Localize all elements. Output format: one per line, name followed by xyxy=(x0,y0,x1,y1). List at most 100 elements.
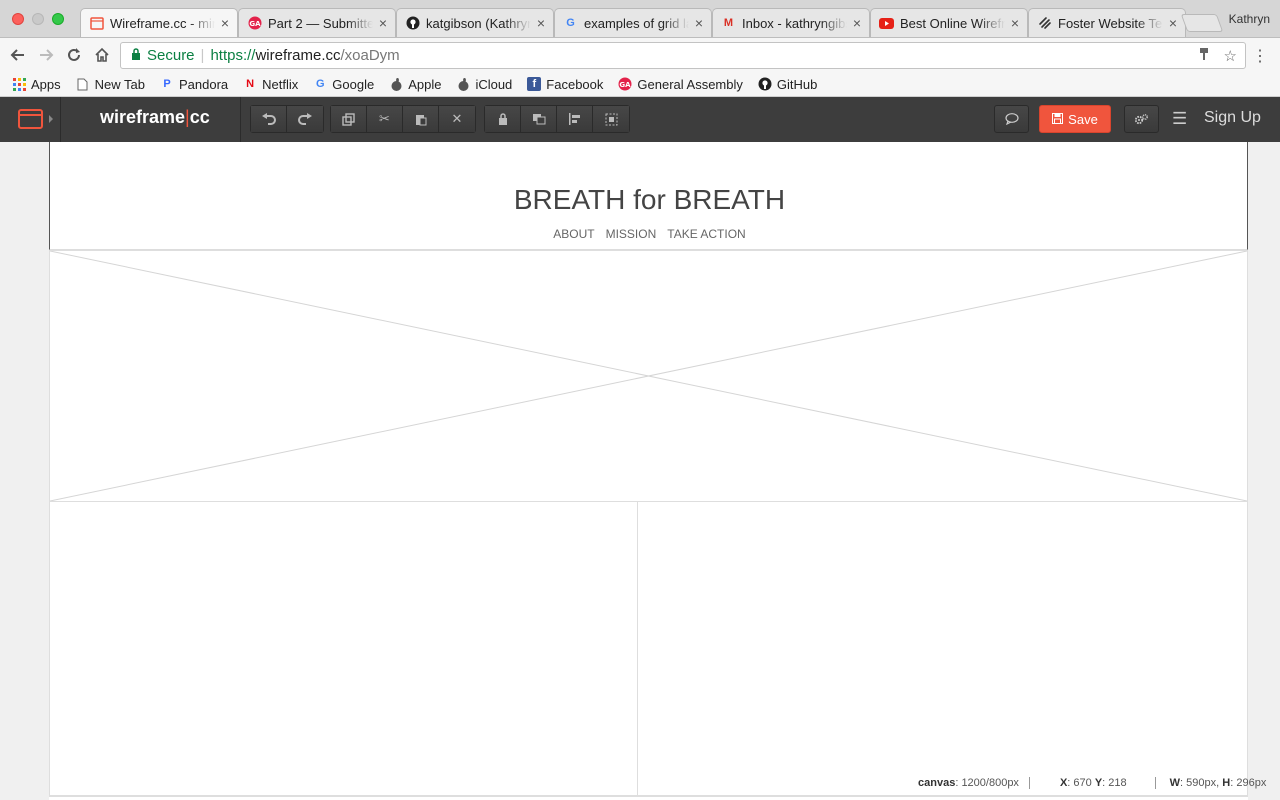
close-tab-icon[interactable]: × xyxy=(379,15,387,31)
browser-tab-ga[interactable]: GA Part 2 — Submitted × xyxy=(238,8,396,37)
align-left-icon[interactable] xyxy=(557,106,593,132)
comment-icon[interactable] xyxy=(994,105,1029,133)
send-backward-icon[interactable] xyxy=(521,106,557,132)
bookmark-label: New Tab xyxy=(94,76,145,92)
status-bar: canvas: 1200/800px X: 670 Y: 218 W: 590p… xyxy=(908,776,1276,790)
tab-title: Best Online Wireframe xyxy=(900,15,1005,31)
bookmark-label: Apple xyxy=(408,76,442,92)
browser-tab-strip: Wireframe.cc - minimal × GA Part 2 — Sub… xyxy=(0,0,1280,37)
browser-tab-google[interactable]: G examples of grid layout × xyxy=(554,8,712,37)
gmail-favicon: M xyxy=(723,17,734,29)
lock-icon xyxy=(131,48,141,63)
tab-title: examples of grid layout xyxy=(584,15,689,31)
close-tab-icon[interactable]: × xyxy=(1169,15,1177,31)
bookmark-pandora[interactable]: P Pandora xyxy=(160,77,228,92)
window-zoom-button[interactable] xyxy=(52,13,64,25)
right-column-box[interactable] xyxy=(637,501,1248,796)
delete-icon[interactable]: ✕ xyxy=(439,106,475,132)
wireframe-nav-about[interactable]: ABOUT xyxy=(553,227,594,241)
browser-tab-squarespace[interactable]: Foster Website Template × xyxy=(1028,8,1186,37)
toolbar-divider xyxy=(60,97,61,142)
header-box[interactable]: BREATH for BREATH ABOUT MISSION TAKE ACT… xyxy=(49,142,1248,250)
tab-title: katgibson (Kathryn) xyxy=(426,15,531,31)
wireframe-favicon xyxy=(89,16,104,31)
canvas-size-readout: canvas: 1200/800px xyxy=(908,777,1030,789)
browser-menu-icon[interactable]: ⋮ xyxy=(1252,46,1268,66)
arrange-button-group xyxy=(484,105,630,133)
bookmark-general-assembly[interactable]: GA General Assembly xyxy=(618,77,743,92)
left-column-box[interactable] xyxy=(49,501,638,796)
workspace: BREATH for BREATH ABOUT MISSION TAKE ACT… xyxy=(0,142,1280,800)
brand-main: wireframe xyxy=(100,107,186,127)
wireframe-site-title[interactable]: BREATH for BREATH xyxy=(50,184,1249,216)
wireframe-canvas[interactable]: BREATH for BREATH ABOUT MISSION TAKE ACT… xyxy=(49,142,1248,800)
browser-tab-github[interactable]: katgibson (Kathryn) × xyxy=(396,8,554,37)
close-tab-icon[interactable]: × xyxy=(695,15,703,31)
back-arrow-icon[interactable] xyxy=(8,45,28,65)
app-brand: wireframe|cc xyxy=(100,107,210,128)
floppy-disk-icon xyxy=(1052,112,1064,127)
redo-icon[interactable] xyxy=(287,106,323,132)
lock-element-icon[interactable] xyxy=(485,106,521,132)
bookmark-google[interactable]: G Google xyxy=(313,77,374,92)
close-tab-icon[interactable]: × xyxy=(1011,15,1019,31)
forward-arrow-icon[interactable] xyxy=(36,45,56,65)
group-select-icon[interactable] xyxy=(593,106,629,132)
close-tab-icon[interactable]: × xyxy=(537,15,545,31)
netflix-icon: N xyxy=(246,78,255,90)
bookmark-star-icon[interactable]: ☆ xyxy=(1224,47,1237,65)
youtube-favicon xyxy=(879,16,894,31)
svg-text:GA: GA xyxy=(620,81,632,89)
wireframe-nav-take-action[interactable]: TAKE ACTION xyxy=(667,227,745,241)
bookmark-new-tab[interactable]: New Tab xyxy=(76,77,145,92)
bookmark-apps[interactable]: Apps xyxy=(12,77,61,92)
image-placeholder-cross xyxy=(50,251,1247,501)
close-tab-icon[interactable]: × xyxy=(221,15,229,31)
duplicate-icon[interactable] xyxy=(331,106,367,132)
bookmark-facebook[interactable]: f Facebook xyxy=(527,77,603,92)
new-tab-button[interactable] xyxy=(1180,14,1224,32)
browser-window-icon[interactable] xyxy=(18,109,43,129)
bookmark-apple[interactable]: Apple xyxy=(389,77,441,92)
save-label: Save xyxy=(1068,111,1098,127)
github-icon xyxy=(758,77,772,91)
apple-icon xyxy=(389,77,403,91)
wireframe-nav-mission[interactable]: MISSION xyxy=(606,227,657,241)
apple-icon xyxy=(456,77,470,91)
svg-text:GA: GA xyxy=(249,20,261,28)
address-separator: | xyxy=(200,47,205,64)
window-minimize-button[interactable] xyxy=(32,13,44,25)
home-icon[interactable] xyxy=(92,45,112,65)
gears-icon[interactable] xyxy=(1124,105,1159,133)
squarespace-favicon xyxy=(1037,16,1052,31)
toolbar-divider xyxy=(240,97,241,142)
bookmark-label: Apps xyxy=(31,76,61,92)
wireframe-nav[interactable]: ABOUT MISSION TAKE ACTION xyxy=(50,227,1249,241)
browser-tab-gmail[interactable]: M Inbox - kathryngibson × xyxy=(712,8,870,37)
reload-icon[interactable] xyxy=(64,45,84,65)
bookmark-label: GitHub xyxy=(776,76,818,92)
key-icon[interactable] xyxy=(1198,47,1210,65)
bookmark-netflix[interactable]: N Netflix xyxy=(243,77,298,92)
browser-tab-wireframe[interactable]: Wireframe.cc - minimal × xyxy=(80,8,238,37)
address-bar[interactable]: Secure | https:// wireframe.cc /xoaDym ☆ xyxy=(120,42,1246,69)
bookmark-icloud[interactable]: iCloud xyxy=(456,77,512,92)
close-tab-icon[interactable]: × xyxy=(853,15,861,31)
bookmark-label: Google xyxy=(332,76,375,92)
paste-icon[interactable] xyxy=(403,106,439,132)
caret-right-icon[interactable] xyxy=(49,115,53,123)
save-button[interactable]: Save xyxy=(1039,105,1111,133)
undo-icon[interactable] xyxy=(251,106,287,132)
hero-image-placeholder[interactable] xyxy=(49,250,1248,502)
bookmark-label: Pandora xyxy=(178,76,229,92)
window-close-button[interactable] xyxy=(12,13,24,25)
bookmark-github[interactable]: GitHub xyxy=(758,77,817,92)
browser-tab-youtube[interactable]: Best Online Wireframe × xyxy=(870,8,1028,37)
sign-up-link[interactable]: Sign Up xyxy=(1204,109,1261,127)
bookmark-label: Facebook xyxy=(546,76,604,92)
cut-icon[interactable]: ✂ xyxy=(367,106,403,132)
profile-name[interactable]: Kathryn xyxy=(1229,12,1270,26)
tab-title: Foster Website Template xyxy=(1058,15,1163,31)
apps-grid-icon xyxy=(12,77,26,91)
hamburger-menu-icon[interactable]: ☰ xyxy=(1172,109,1187,129)
